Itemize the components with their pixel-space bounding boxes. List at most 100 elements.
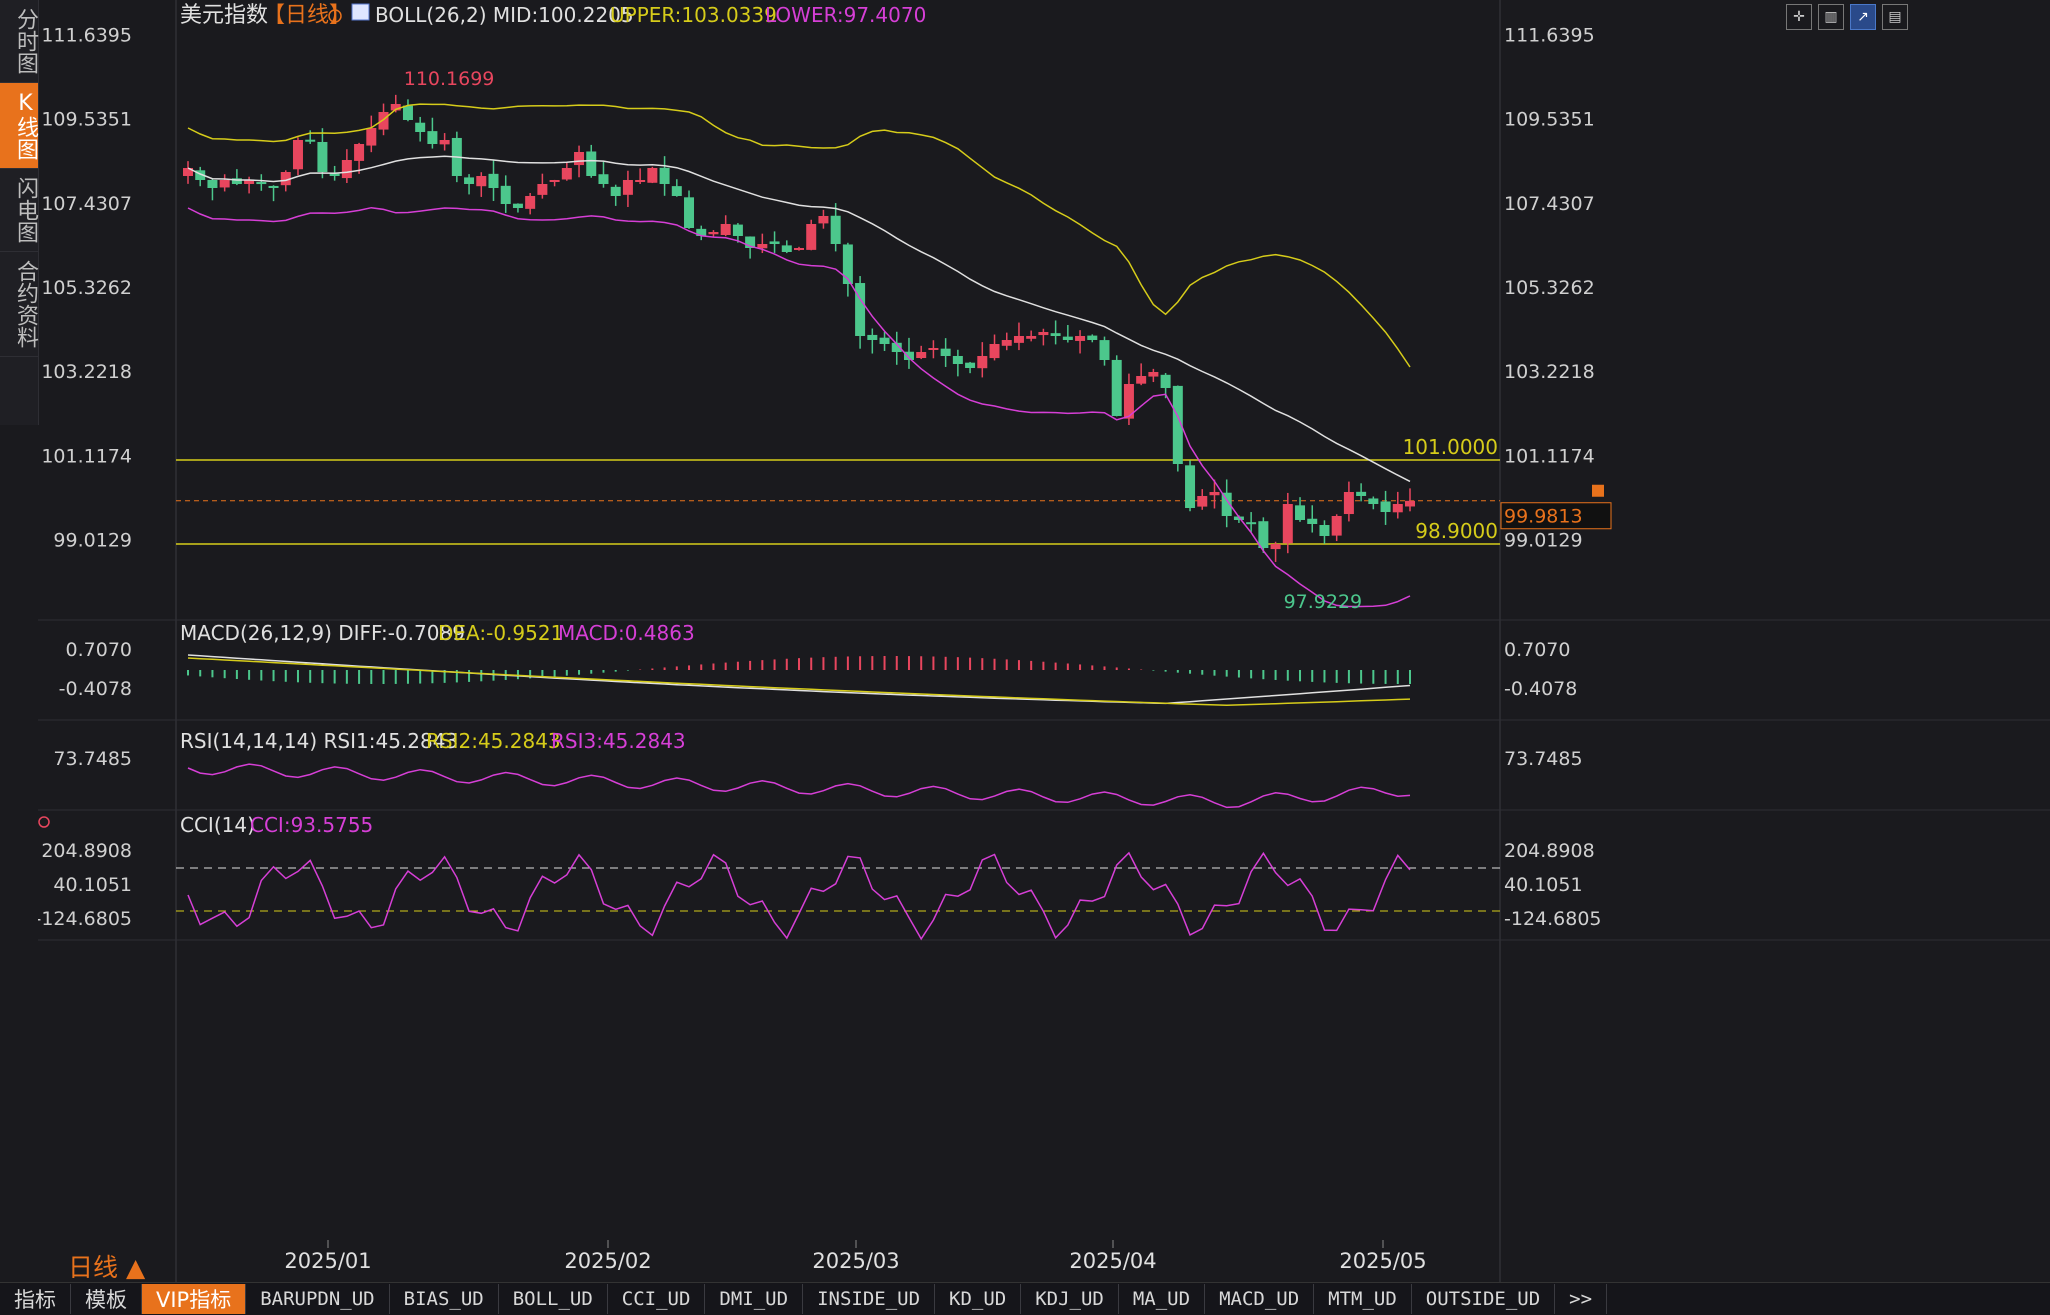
current-price-value: 99.9813 — [1504, 506, 1583, 528]
boll-upper-label: UPPER:103.0339 — [610, 3, 777, 27]
candle-body — [464, 177, 475, 184]
crosshair-icon[interactable]: ✛ — [1786, 4, 1812, 30]
left-tab-2[interactable]: 闪电图 — [0, 169, 38, 252]
candle-body — [659, 167, 670, 184]
cci-tick-left-0: 204.8908 — [41, 840, 132, 862]
macd-value-label: MACD:0.4863 — [558, 621, 695, 645]
period-selector[interactable]: 日线 ▲ — [68, 1248, 145, 1284]
left-tab-1[interactable]: K线图 — [0, 83, 38, 169]
bottom-tab-0[interactable]: 指标 — [0, 1284, 71, 1314]
bottom-tab-9[interactable]: KD_UD — [935, 1284, 1022, 1314]
bottom-tab-13[interactable]: MTM_UD — [1314, 1284, 1412, 1314]
bottom-tab-6[interactable]: CCI_UD — [608, 1284, 706, 1314]
bottom-tab-7[interactable]: DMI_UD — [705, 1284, 804, 1314]
candle-body — [952, 355, 963, 364]
candle-body — [1319, 524, 1330, 536]
candle-body — [610, 186, 621, 196]
cci-settings-icon — [38, 816, 50, 828]
candle-body — [720, 224, 731, 235]
candle-body — [1038, 332, 1049, 336]
bar-style-icon[interactable]: ▤ — [1882, 4, 1908, 30]
price-tick-left-1: 109.5351 — [41, 109, 132, 131]
date-tick-0: 2025/01 — [284, 1249, 371, 1273]
left-tab-0[interactable]: 分时图 — [0, 0, 38, 83]
price-tick-left-0: 111.6395 — [41, 24, 132, 46]
candle-body — [1075, 336, 1086, 341]
bottom-tab-10[interactable]: KDJ_UD — [1021, 1284, 1119, 1314]
candle-body — [268, 185, 279, 188]
candle-body — [1026, 336, 1037, 339]
candle-body — [537, 184, 548, 195]
bottom-tab-14[interactable]: OUTSIDE_UD — [1412, 1284, 1556, 1314]
candle-body — [402, 105, 413, 120]
price-tick-right-2: 107.4307 — [1504, 193, 1595, 215]
candle-body — [305, 139, 316, 142]
candle-body — [1246, 522, 1257, 525]
date-tick-3: 2025/04 — [1069, 1249, 1156, 1273]
candle-body — [378, 112, 389, 130]
candle-body — [1148, 372, 1159, 377]
bottom-tab-8[interactable]: INSIDE_UD — [803, 1284, 936, 1314]
rsi1-label: RSI(14,14,14) RSI1:45.2843 — [180, 729, 458, 753]
candle-body — [1356, 491, 1367, 496]
boll-lower-line — [187, 206, 1411, 608]
date-tick-2: 2025/03 — [812, 1249, 899, 1273]
candle-body — [1099, 340, 1110, 360]
cci-line — [187, 851, 1411, 941]
candle-body — [219, 180, 230, 188]
cci-tick-left-2: -124.6805 — [38, 908, 132, 930]
candle-body — [427, 131, 438, 144]
period-high-label: 110.1699 — [404, 68, 495, 90]
candle-body — [1111, 359, 1122, 416]
bottom-tab-11[interactable]: MA_UD — [1119, 1284, 1206, 1314]
price-tick-left-6: 99.0129 — [53, 529, 132, 551]
left-view-tabs: 分时图 K线图 闪电图 合约资料 — [0, 0, 39, 425]
candle-body — [1343, 492, 1354, 515]
candle-style-icon[interactable]: ▥ — [1818, 4, 1844, 30]
rsi-tick-right: 73.7485 — [1504, 748, 1583, 770]
macd-histogram — [187, 656, 1411, 684]
bottom-tab-2[interactable]: VIP指标 — [142, 1284, 247, 1314]
candles — [183, 94, 1415, 562]
boll-indicator-icon — [351, 3, 370, 21]
candle-body — [586, 151, 597, 176]
price-tick-right-6: 99.0129 — [1504, 529, 1583, 551]
candle-body — [818, 216, 829, 224]
candle-body — [916, 352, 927, 359]
kline-chart[interactable]: 美元指数【日线】 BOLL(26,2) MID:100.2205UPPER:103… — [38, 0, 2050, 1282]
cci-tick-right-1: 40.1051 — [1504, 874, 1583, 896]
candle-body — [622, 180, 633, 195]
candle-body — [1050, 333, 1061, 336]
cci-label: CCI(14) — [180, 813, 255, 837]
indicator-tab-bar: 指标 模板 VIP指标 BARUPDN_UD BIAS_UD BOLL_UD CCI_UD D… — [0, 1282, 2050, 1315]
date-tick-4: 2025/05 — [1339, 1249, 1426, 1273]
rsi-line — [187, 763, 1411, 809]
candle-body — [1001, 340, 1012, 346]
price-tick-left-5: 101.1174 — [41, 445, 132, 467]
bottom-tab-3[interactable]: BARUPDN_UD — [246, 1284, 390, 1314]
candle-body — [867, 334, 878, 340]
bottom-tab-1[interactable]: 模板 — [71, 1284, 142, 1314]
candle-body — [354, 144, 365, 161]
left-tab-3[interactable]: 合约资料 — [0, 252, 38, 357]
candle-body — [1197, 496, 1208, 507]
candle-body — [1258, 521, 1269, 548]
bottom-tab-12[interactable]: MACD_UD — [1205, 1284, 1315, 1314]
draw-line-icon[interactable]: ↗ — [1850, 4, 1876, 30]
candle-body — [989, 344, 1000, 359]
hline-label-1: 98.9000 — [1415, 519, 1498, 543]
date-tick-1: 2025/02 — [564, 1249, 651, 1273]
price-tick-left-4: 103.2218 — [41, 361, 132, 383]
candle-body — [684, 197, 695, 228]
bottom-tab-5[interactable]: BOLL_UD — [499, 1284, 608, 1314]
candle-body — [806, 224, 817, 250]
bottom-tab-4[interactable]: BIAS_UD — [390, 1284, 499, 1314]
candle-body — [1185, 465, 1196, 508]
candle-body — [1209, 492, 1220, 496]
candle-body — [1392, 504, 1403, 513]
candle-body — [366, 128, 377, 146]
hline-label-0: 101.0000 — [1403, 435, 1498, 459]
bottom-tab-15[interactable]: >> — [1555, 1284, 1608, 1314]
candle-body — [512, 203, 523, 208]
candle-body — [256, 182, 267, 185]
